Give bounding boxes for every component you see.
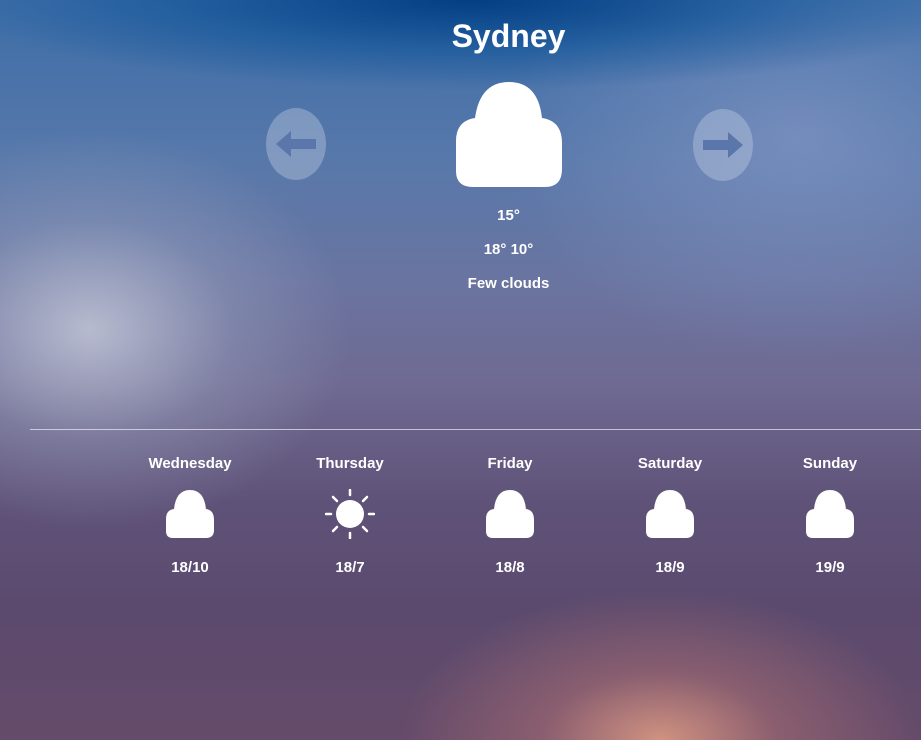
previous-city-button[interactable] (266, 108, 326, 180)
forecast-day-name: Thursday (316, 455, 384, 472)
high-low-temperature: 18° 10° (483, 241, 534, 258)
forecast-temperature: 18/7 (335, 559, 365, 576)
current-temperature: 15° (497, 207, 520, 224)
arrow-left-icon (276, 131, 316, 157)
forecast-day-saturday: Saturday 18/9 (590, 455, 750, 576)
next-city-button[interactable] (693, 109, 753, 181)
forecast-temperature: 18/8 (495, 559, 525, 576)
forecast-temperature: 18/10 (171, 559, 209, 576)
weather-description: Few clouds (467, 275, 550, 292)
forecast-day-name: Wednesday (148, 455, 232, 472)
city-name: Sydney (451, 18, 566, 54)
forecast-day-name: Friday (487, 455, 533, 472)
forecast-temperature: 18/9 (655, 559, 685, 576)
forecast-day-friday: Friday 18/8 (430, 455, 590, 576)
cloud-icon (646, 490, 694, 538)
cloud-icon (456, 82, 562, 187)
forecast-day-sunday: Sunday 19/9 (750, 455, 910, 576)
forecast-day-wednesday: Wednesday 18/10 (110, 455, 270, 576)
cloud-icon (486, 490, 534, 538)
cloud-icon (806, 490, 854, 538)
forecast-divider (30, 429, 921, 430)
arrow-right-icon (703, 132, 743, 158)
sun-icon (325, 489, 375, 539)
cloud-icon (166, 490, 214, 538)
forecast-temperature: 19/9 (815, 559, 845, 576)
forecast-day-name: Sunday (802, 455, 858, 472)
forecast-day-thursday: Thursday 18/7 (270, 455, 430, 576)
forecast-day-name: Saturday (637, 455, 703, 472)
